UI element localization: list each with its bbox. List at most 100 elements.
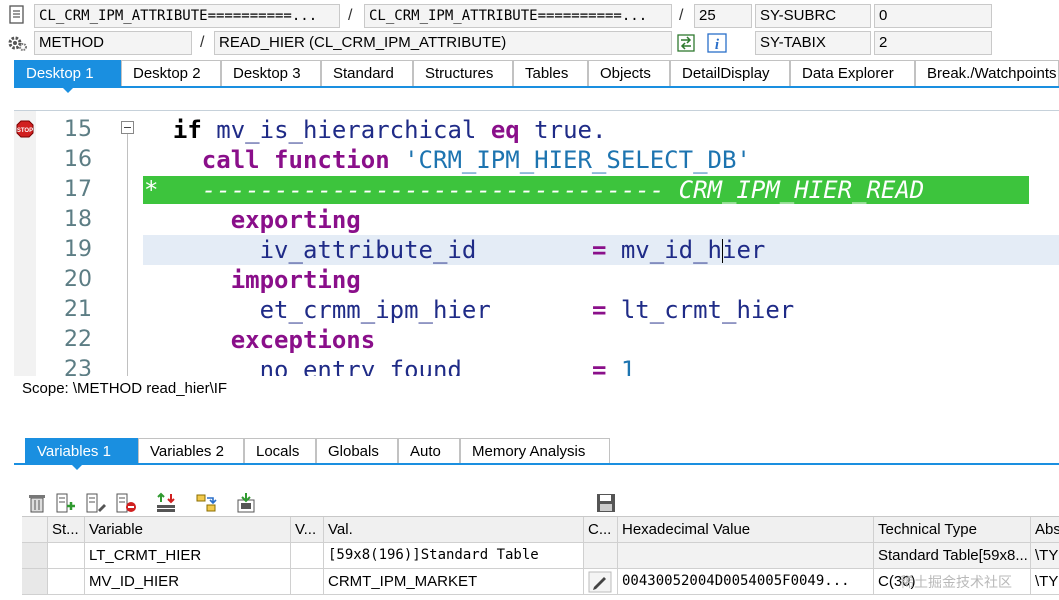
- operator: =: [591, 356, 607, 376]
- code-text: iv_attribute_id = mv_id_hier: [144, 235, 766, 265]
- line-number-field[interactable]: 25: [694, 4, 752, 28]
- tab-auto[interactable]: Auto: [398, 438, 460, 464]
- v-cell: [291, 543, 324, 569]
- row-selector[interactable]: [22, 543, 48, 569]
- variable-name-cell[interactable]: MV_ID_HIER: [85, 569, 291, 595]
- identifier: lt_crmt_hier: [620, 296, 795, 324]
- code-line: 19 iv_attribute_id = mv_id_hier: [14, 235, 1059, 265]
- parameter-name: iv_attribute_id: [259, 236, 477, 264]
- column-header[interactable]: Val.: [324, 517, 584, 543]
- event-name-field: READ_HIER (CL_CRM_IPM_ATTRIBUTE): [214, 31, 672, 55]
- parameter-name: et_crmm_ipm_hier: [259, 296, 491, 324]
- code-line: 16 call function 'CRM_IPM_HIER_SELECT_DB…: [14, 145, 1059, 175]
- tab-desktop-2[interactable]: Desktop 2: [121, 60, 221, 86]
- new-variable-icon[interactable]: [55, 492, 77, 514]
- tab-locals[interactable]: Locals: [244, 438, 316, 464]
- scope-label: Scope: \METHOD read_hier\IF: [22, 380, 228, 397]
- line-number: 15: [64, 117, 92, 142]
- swap-icon[interactable]: [195, 492, 217, 514]
- keyword: exporting: [230, 206, 361, 234]
- comment-text: * -------------------------------- CRM_I…: [144, 176, 925, 204]
- row-selector-header: [22, 517, 48, 543]
- event-type-field: METHOD: [34, 31, 192, 55]
- code-text: exporting: [144, 205, 361, 235]
- number-literal: 1: [620, 356, 636, 376]
- tab-variables-2[interactable]: Variables 2: [138, 438, 244, 464]
- code-text: no_entry_found = 1: [144, 355, 636, 376]
- export-icon[interactable]: [235, 492, 257, 514]
- trash-icon[interactable]: [26, 492, 48, 514]
- code-line: 20 importing: [14, 265, 1059, 295]
- tab-underline: [14, 463, 1059, 465]
- source-code-editor[interactable]: STOP 15 if mv_is_hierarchical eq true. 1…: [14, 110, 1059, 376]
- code-text: call function 'CRM_IPM_HIER_SELECT_DB': [144, 145, 751, 175]
- change-value-cell[interactable]: [584, 569, 618, 595]
- switch-icon[interactable]: [675, 32, 697, 54]
- tab-detail-display[interactable]: DetailDisplay: [670, 60, 790, 86]
- sysvar-name-field: SY-SUBRC: [755, 4, 871, 28]
- tab-underline: [14, 86, 1059, 88]
- abs-type-cell: \TY: [1031, 569, 1059, 595]
- row-selector[interactable]: [22, 569, 48, 595]
- line-number: 20: [64, 267, 92, 292]
- identifier: ier: [722, 236, 766, 264]
- column-header[interactable]: Hexadecimal Value: [618, 517, 874, 543]
- save-icon[interactable]: [595, 492, 617, 514]
- variables-tab-bar: Variables 1 Variables 2 Locals Globals A…: [0, 438, 1059, 465]
- column-header[interactable]: St...: [48, 517, 85, 543]
- code-text: if mv_is_hierarchical eq true.: [144, 115, 607, 145]
- operator: =: [591, 236, 607, 264]
- tab-break-watchpoints[interactable]: Break./Watchpoints: [915, 60, 1059, 86]
- identifier: mv_is_hierarchical: [216, 116, 477, 144]
- include-field[interactable]: CL_CRM_IPM_ATTRIBUTE==========...: [364, 4, 672, 28]
- abs-type-cell: \TY: [1031, 543, 1059, 569]
- tab-variables-1[interactable]: Variables 1: [25, 438, 138, 464]
- tab-globals[interactable]: Globals: [316, 438, 398, 464]
- change-cell: [584, 543, 618, 569]
- tab-memory-analysis[interactable]: Memory Analysis: [460, 438, 610, 464]
- separator-slash: /: [348, 7, 353, 24]
- delete-variable-icon[interactable]: [115, 492, 137, 514]
- info-icon[interactable]: i: [706, 32, 728, 54]
- hex-value-cell: [618, 543, 874, 569]
- active-tab-indicator: [71, 464, 83, 470]
- sysvar-name-field: SY-TABIX: [755, 31, 871, 55]
- document-icon: [9, 5, 24, 24]
- pencil-icon[interactable]: [588, 571, 612, 593]
- line-number: 18: [64, 207, 92, 232]
- technical-type-cell: Standard Table[59x8...: [874, 543, 1031, 569]
- code-line: 17 * -------------------------------- CR…: [14, 175, 1059, 205]
- gear-icon: [8, 36, 27, 51]
- line-number: 16: [64, 147, 92, 172]
- identifier: true.: [534, 116, 607, 144]
- tab-objects[interactable]: Objects: [588, 60, 670, 86]
- status-cell: [48, 543, 85, 569]
- tab-structures[interactable]: Structures: [413, 60, 513, 86]
- code-text: exceptions: [144, 325, 376, 355]
- value-cell[interactable]: CRMT_IPM_MARKET: [324, 569, 584, 595]
- code-line: 22 exceptions: [14, 325, 1059, 355]
- line-number: 22: [64, 327, 92, 352]
- variable-name-cell[interactable]: LT_CRMT_HIER: [85, 543, 291, 569]
- tab-desktop-1[interactable]: Desktop 1: [14, 60, 121, 86]
- column-header[interactable]: Abs: [1031, 517, 1059, 543]
- identifier: mv_id_h: [620, 236, 722, 264]
- program-field[interactable]: CL_CRM_IPM_ATTRIBUTE==========...: [34, 4, 340, 28]
- separator-slash: /: [679, 7, 684, 24]
- move-up-down-icon[interactable]: [155, 492, 177, 514]
- code-line: 15 if mv_is_hierarchical eq true.: [14, 115, 1059, 145]
- tab-standard[interactable]: Standard: [321, 60, 413, 86]
- keyword: if: [172, 116, 202, 144]
- column-header[interactable]: C...: [584, 517, 618, 543]
- column-header[interactable]: Variable: [85, 517, 291, 543]
- tab-tables[interactable]: Tables: [513, 60, 588, 86]
- tab-desktop-3[interactable]: Desktop 3: [221, 60, 321, 86]
- column-header[interactable]: V...: [291, 517, 324, 543]
- keyword: call function: [201, 146, 390, 174]
- column-header[interactable]: Technical Type: [874, 517, 1031, 543]
- keyword: eq: [490, 116, 520, 144]
- value-cell[interactable]: [59x8(196)]Standard Table: [324, 543, 584, 569]
- desktop-tab-bar: Desktop 1 Desktop 2 Desktop 3 Standard S…: [0, 60, 1059, 87]
- edit-variable-icon[interactable]: [85, 492, 107, 514]
- tab-data-explorer[interactable]: Data Explorer: [790, 60, 915, 86]
